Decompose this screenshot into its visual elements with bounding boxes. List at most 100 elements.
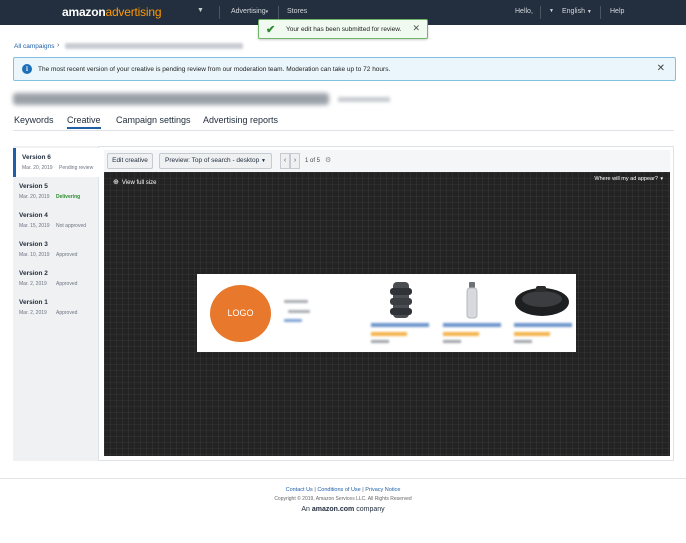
footer-company: An amazon.com company <box>0 506 686 513</box>
where-ad-appears-link[interactable]: Where will my ad appear? ▼ <box>594 176 664 182</box>
language-label: English <box>562 8 585 15</box>
version-status: Pending review <box>59 165 94 171</box>
product-rating-redacted <box>443 332 479 336</box>
brand-part-advertising: advertising <box>105 5 162 19</box>
footer-contact-link[interactable]: Contact Us <box>286 487 313 493</box>
product-rating-redacted <box>371 332 407 336</box>
chevron-down-icon: ▼ <box>659 176 664 181</box>
version-item[interactable]: Version 3 Mar. 10, 2019 Approved <box>13 235 99 264</box>
product-title-redacted <box>371 323 429 327</box>
product-price-redacted <box>371 340 389 343</box>
nav-divider <box>540 6 541 19</box>
footer-copyright: Copyright © 2019, Amazon Services LLC. A… <box>274 496 412 502</box>
product-title-redacted <box>514 323 572 327</box>
chevron-down-icon: ▼ <box>586 9 592 15</box>
version-status: Approved <box>56 281 78 287</box>
breadcrumb-separator-icon: › <box>57 42 60 49</box>
info-icon: i <box>22 64 32 74</box>
version-title: Version 4 <box>19 212 48 219</box>
tab-creative[interactable]: Creative <box>67 115 101 129</box>
version-item[interactable]: Version 5 Mar. 20, 2019 Delivering <box>13 177 99 206</box>
version-item[interactable]: Version 6 Mar. 20, 2019 Pending review <box>13 148 99 177</box>
product-price-redacted <box>514 340 532 343</box>
magnifier-icon: ⊕ <box>113 179 119 186</box>
product-title-redacted <box>443 323 501 327</box>
version-status: Approved <box>56 252 78 258</box>
close-icon[interactable]: ✕ <box>657 63 665 74</box>
chevron-down-icon: ▾ <box>265 9 269 15</box>
footer-links: Contact Us | Conditions of Use | Privacy… <box>285 487 401 493</box>
preview-placement-select[interactable]: Preview: Top of search - desktop ▼ <box>159 153 272 169</box>
edit-creative-button[interactable]: Edit creative <box>107 153 153 169</box>
version-date: Mar. 2, 2019 <box>19 310 47 316</box>
gear-icon[interactable]: ⚙ <box>325 156 331 164</box>
tab-campaign-settings[interactable]: Campaign settings <box>116 115 191 125</box>
chevron-down-icon: ▼ <box>261 158 266 164</box>
version-date: Mar. 20, 2019 <box>22 165 53 171</box>
nav-advertising-menu[interactable]: Advertising▾ <box>231 8 268 15</box>
footer-divider <box>0 478 686 479</box>
product-image-speaker <box>390 282 412 318</box>
version-title: Version 2 <box>19 270 48 277</box>
shop-now-redacted <box>284 319 302 322</box>
nav-divider <box>278 6 279 19</box>
version-title: Version 6 <box>22 154 51 161</box>
tab-keywords[interactable]: Keywords <box>14 115 54 125</box>
checkmark-icon: ✔ <box>266 24 276 36</box>
amazon-logo: amazon.com <box>311 506 355 513</box>
nav-divider <box>219 6 220 19</box>
version-date: Mar. 2, 2019 <box>19 281 47 287</box>
nav-help-link[interactable]: Help <box>610 8 624 15</box>
banner-text: The most recent version of your creative… <box>38 66 391 73</box>
brand-logo[interactable]: amazonadvertising <box>62 5 162 19</box>
moderation-info-banner: i The most recent version of your creati… <box>13 57 676 81</box>
company-prefix: An <box>301 506 310 513</box>
version-date: Mar. 20, 2019 <box>19 194 50 200</box>
breadcrumb-campaign-name-redacted <box>65 43 243 49</box>
previous-arrow-icon[interactable]: ‹ <box>280 153 290 169</box>
brand-logo-placeholder: LOGO <box>210 285 271 342</box>
account-switcher-chevron-icon[interactable]: ▼ <box>197 7 204 14</box>
version-status: Not approved <box>56 223 87 229</box>
nav-advertising-label: Advertising <box>231 8 266 15</box>
product-price-redacted <box>443 340 461 343</box>
version-status: Approved <box>56 310 78 316</box>
tabs-divider <box>13 130 674 131</box>
view-full-size-link[interactable]: ⊕ View full size <box>113 178 156 186</box>
tab-advertising-reports[interactable]: Advertising reports <box>203 115 278 125</box>
language-selector[interactable]: English ▼ <box>562 8 592 15</box>
success-toast: ✔ Your edit has been submitted for revie… <box>258 19 428 39</box>
version-item[interactable]: Version 4 Mar. 15, 2019 Not approved <box>13 206 99 235</box>
company-suffix: company <box>356 506 385 513</box>
where-ad-appears-label: Where will my ad appear? <box>594 176 658 182</box>
version-item[interactable]: Version 1 Mar. 2, 2019 Approved <box>13 293 99 322</box>
campaign-subtitle-redacted <box>338 97 390 102</box>
nav-hello-user[interactable]: Hello, <box>515 8 533 15</box>
breadcrumb-all-campaigns[interactable]: All campaigns <box>14 43 54 50</box>
headline-redacted <box>288 310 310 313</box>
headline-redacted <box>284 300 308 303</box>
version-date: Mar. 10, 2019 <box>19 252 50 258</box>
version-title: Version 5 <box>19 183 48 190</box>
versions-list: Version 6 Mar. 20, 2019 Pending review V… <box>13 146 99 461</box>
version-status: Delivering <box>56 194 81 200</box>
version-title: Version 1 <box>19 299 48 306</box>
footer-privacy-link[interactable]: Privacy Notice <box>365 487 400 493</box>
user-menu-chevron-icon[interactable]: ▼ <box>549 8 554 14</box>
product-image-bottle <box>466 282 478 319</box>
brand-part-amazon: amazon <box>62 5 106 19</box>
toast-message: Your edit has been submitted for review. <box>286 26 402 33</box>
close-icon[interactable]: ✕ <box>412 23 420 34</box>
version-title: Version 3 <box>19 241 48 248</box>
next-arrow-icon[interactable]: › <box>290 153 300 169</box>
view-full-size-label: View full size <box>121 180 157 186</box>
footer-conditions-link[interactable]: Conditions of Use <box>317 487 360 493</box>
version-date: Mar. 15, 2019 <box>19 223 50 229</box>
preview-count: 1 of 5 <box>305 158 321 164</box>
version-item[interactable]: Version 2 Mar. 2, 2019 Approved <box>13 264 99 293</box>
preview-placement-label: Preview: Top of search - desktop <box>165 157 260 164</box>
product-rating-redacted <box>514 332 550 336</box>
nav-divider <box>600 6 601 19</box>
nav-stores-link[interactable]: Stores <box>287 8 307 15</box>
campaign-title-redacted <box>13 93 329 105</box>
